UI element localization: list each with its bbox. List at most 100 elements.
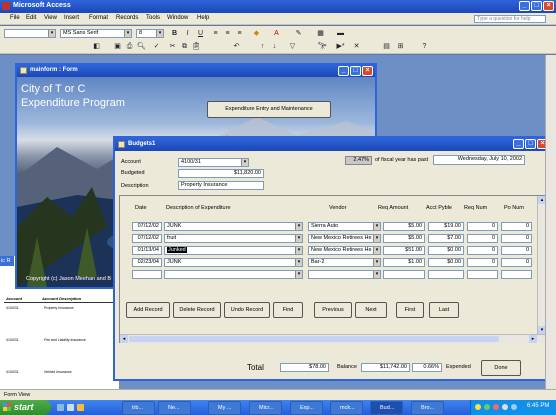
description-cell[interactable]: JUNK ▾: [164, 258, 303, 267]
minimize-button[interactable]: _: [519, 1, 530, 11]
menu-records[interactable]: Records: [116, 15, 138, 21]
req-num-cell[interactable]: 0: [467, 246, 498, 255]
budgeted-field[interactable]: $11,820.00: [178, 169, 264, 178]
new-object-icon[interactable]: ⊞: [396, 42, 405, 51]
vendor-cell[interactable]: ▾: [308, 270, 381, 279]
po-num-cell[interactable]: 0: [501, 234, 532, 243]
description-cell[interactable]: ▾: [164, 270, 303, 279]
scroll-right-icon[interactable]: ▸: [529, 335, 537, 343]
line-color-icon[interactable]: ✎: [294, 29, 303, 38]
new-record-icon[interactable]: ▶*: [336, 42, 345, 51]
tray-icon[interactable]: [475, 404, 481, 410]
table-row[interactable]: 07/12/02 fruit ▾ New Mexico Retirees He ▾ …: [120, 233, 538, 245]
req-amount-cell[interactable]: $51.00: [383, 246, 425, 255]
req-amount-cell[interactable]: $5.00: [383, 222, 425, 231]
description-cell[interactable]: fruit ▾: [164, 234, 303, 243]
req-num-cell[interactable]: 0: [467, 258, 498, 267]
sort-descending-icon[interactable]: ↓: [270, 42, 279, 51]
undo-icon[interactable]: ↶: [232, 42, 241, 51]
menu-edit[interactable]: Edit: [26, 15, 36, 21]
minimize-button[interactable]: _: [338, 66, 349, 76]
object-select[interactable]: ▾: [4, 29, 56, 38]
req-num-cell[interactable]: [467, 270, 498, 279]
delete-record-button[interactable]: Delete Record: [173, 302, 221, 318]
done-button[interactable]: Done: [481, 360, 521, 376]
new-record-row[interactable]: ▾ ▾: [120, 269, 538, 281]
scroll-thumb[interactable]: [129, 336, 499, 342]
table-row[interactable]: 02/23/04 JUNK ▾ Bar-2 ▾ $1.00 $0.00 0 0: [120, 257, 538, 269]
line-width-icon[interactable]: ▬: [336, 29, 345, 38]
close-button[interactable]: ×: [543, 1, 554, 11]
minimize-button[interactable]: _: [513, 139, 524, 149]
tray-icon[interactable]: [493, 404, 499, 410]
help-icon[interactable]: ?: [420, 42, 429, 51]
menu-insert[interactable]: Insert: [64, 15, 79, 21]
view-icon[interactable]: ◧: [92, 42, 101, 51]
req-amount-cell[interactable]: $1.00: [383, 258, 425, 267]
underline-icon[interactable]: U: [196, 29, 205, 38]
paste-icon[interactable]: 📋︎: [192, 42, 201, 51]
acct-pyble-cell[interactable]: [428, 270, 464, 279]
acct-pyble-cell[interactable]: $7.00: [428, 234, 464, 243]
date-cell[interactable]: 02/23/04: [132, 258, 162, 267]
taskbar-item[interactable]: Bro...: [411, 401, 444, 415]
print-icon[interactable]: ⎙: [125, 42, 134, 51]
date-cell[interactable]: 01/13/04: [132, 246, 162, 255]
date-cell[interactable]: 07/12/02: [132, 234, 162, 243]
acct-pyble-cell[interactable]: $19.00: [428, 222, 464, 231]
horizontal-scrollbar[interactable]: ◂ ▸: [120, 334, 546, 343]
delete-record-icon[interactable]: ✕: [352, 42, 361, 51]
taskbar-item[interactable]: My ...: [208, 401, 241, 415]
add-record-button[interactable]: Add Record: [126, 302, 170, 318]
po-num-cell[interactable]: [501, 270, 532, 279]
date-cell[interactable]: [132, 270, 162, 279]
quick-launch-icon[interactable]: [77, 404, 84, 411]
taskbar-item-active[interactable]: Bud...: [370, 401, 403, 415]
description-field[interactable]: Property Insurance: [178, 181, 264, 190]
table-row[interactable]: 07/12/02 JUNK ▾ Sierra Auto ▾ $5.00 $19.00…: [120, 221, 538, 233]
save-icon[interactable]: ▣: [113, 42, 122, 51]
taskbar-item[interactable]: trb...: [122, 401, 155, 415]
table-row[interactable]: 01/13/04 Junked ▾ New Mexico Retirees He ▾…: [120, 245, 538, 257]
print-preview-icon[interactable]: 🔍︎: [137, 42, 146, 51]
close-button[interactable]: ×: [362, 66, 373, 76]
vendor-cell[interactable]: New Mexico Retirees He ▾: [308, 246, 381, 255]
last-button[interactable]: Last: [429, 302, 459, 318]
tray-icon[interactable]: [484, 404, 490, 410]
req-amount-cell[interactable]: [383, 270, 425, 279]
menu-tools[interactable]: Tools: [146, 15, 160, 21]
req-num-cell[interactable]: 0: [467, 234, 498, 243]
find-button[interactable]: Find: [273, 302, 303, 318]
vendor-cell[interactable]: Bar-2 ▾: [308, 258, 381, 267]
quick-launch-icon[interactable]: [67, 404, 74, 411]
find-icon[interactable]: 🔭︎: [318, 42, 327, 51]
taskbar-item[interactable]: Micr...: [249, 401, 282, 415]
description-cell[interactable]: Junked ▾: [164, 246, 303, 255]
align-center-icon[interactable]: ≡: [223, 29, 232, 38]
next-button[interactable]: Next: [355, 302, 387, 318]
scroll-left-icon[interactable]: ◂: [120, 335, 128, 343]
quick-launch-icon[interactable]: [57, 404, 64, 411]
database-window-icon[interactable]: ▤: [382, 42, 391, 51]
po-num-cell[interactable]: 0: [501, 258, 532, 267]
font-color-icon[interactable]: A: [272, 29, 281, 38]
req-num-cell[interactable]: 0: [467, 222, 498, 231]
menu-window[interactable]: Window: [167, 15, 188, 21]
vendor-cell[interactable]: Sierra Auto ▾: [308, 222, 381, 231]
font-size-select[interactable]: 8 ▾: [136, 29, 164, 38]
taskbar-item[interactable]: mck...: [330, 401, 363, 415]
po-num-cell[interactable]: 0: [501, 246, 532, 255]
description-cell[interactable]: JUNK ▾: [164, 222, 303, 231]
font-name-select[interactable]: MS Sans Serif ▾: [60, 29, 132, 38]
expenditure-entry-button[interactable]: Expenditure Entry and Maintenance: [207, 101, 331, 118]
previous-button[interactable]: Previous: [314, 302, 352, 318]
account-combo[interactable]: 4100/31 ▾: [178, 158, 249, 167]
help-search-input[interactable]: Type a question for help: [474, 15, 546, 23]
date-cell[interactable]: 07/12/02: [132, 222, 162, 231]
maximize-button[interactable]: □: [525, 139, 536, 149]
cut-icon[interactable]: ✂: [168, 42, 177, 51]
align-right-icon[interactable]: ≡: [235, 29, 244, 38]
acct-pyble-cell[interactable]: $0.00: [428, 246, 464, 255]
menu-file[interactable]: File: [10, 15, 20, 21]
start-button[interactable]: start: [0, 400, 51, 415]
